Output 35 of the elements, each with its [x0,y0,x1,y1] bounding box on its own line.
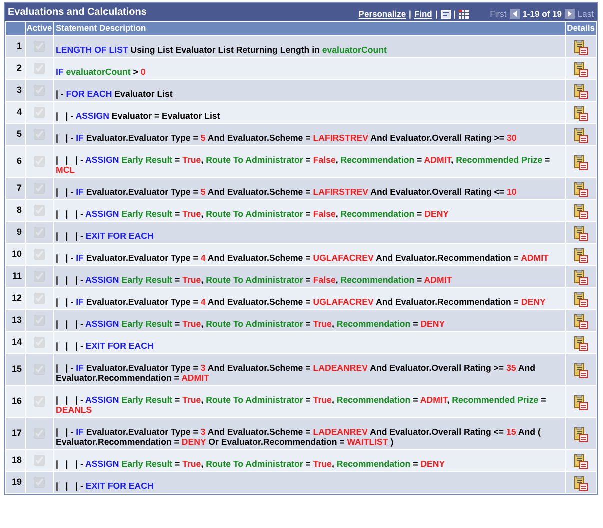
details-icon[interactable] [574,62,588,77]
details-icon[interactable] [574,248,588,263]
details-icon[interactable] [574,226,588,241]
details-icon[interactable] [574,154,588,170]
separator: | [409,8,412,20]
details-icon[interactable] [574,476,588,491]
separator: | [454,8,456,20]
details-icon[interactable] [574,204,588,219]
find-link[interactable]: Find [414,8,432,20]
statement-cell: | | | - EXIT FOR EACH [54,472,566,494]
page-range: 1-19 of 19 [522,8,562,20]
details-icon[interactable] [574,106,588,121]
details-icon[interactable] [574,292,588,307]
first-label: First [490,8,507,20]
details-icon[interactable] [574,336,588,351]
details-icon[interactable] [574,182,588,197]
last-label: Last [578,8,594,20]
details-icon[interactable] [574,128,588,143]
details-icon[interactable] [574,314,588,329]
row-number: 19 [6,472,26,494]
details-icon[interactable] [574,426,588,442]
previous-icon[interactable] [510,9,520,19]
grid-icon[interactable] [459,10,470,18]
details-icon[interactable] [574,270,588,285]
separator: | [435,8,438,20]
next-icon[interactable] [564,9,575,19]
details-icon[interactable] [574,84,588,99]
details-icon[interactable] [574,40,588,55]
personalize-link[interactable]: Personalize [358,8,406,20]
column-header: Statement Description [54,22,566,36]
details-icon[interactable] [574,394,588,410]
view-all-icon[interactable] [440,10,451,18]
grid-title: Evaluations and Calculations [8,6,147,20]
details-icon[interactable] [574,362,588,378]
details-icon[interactable] [574,454,588,469]
